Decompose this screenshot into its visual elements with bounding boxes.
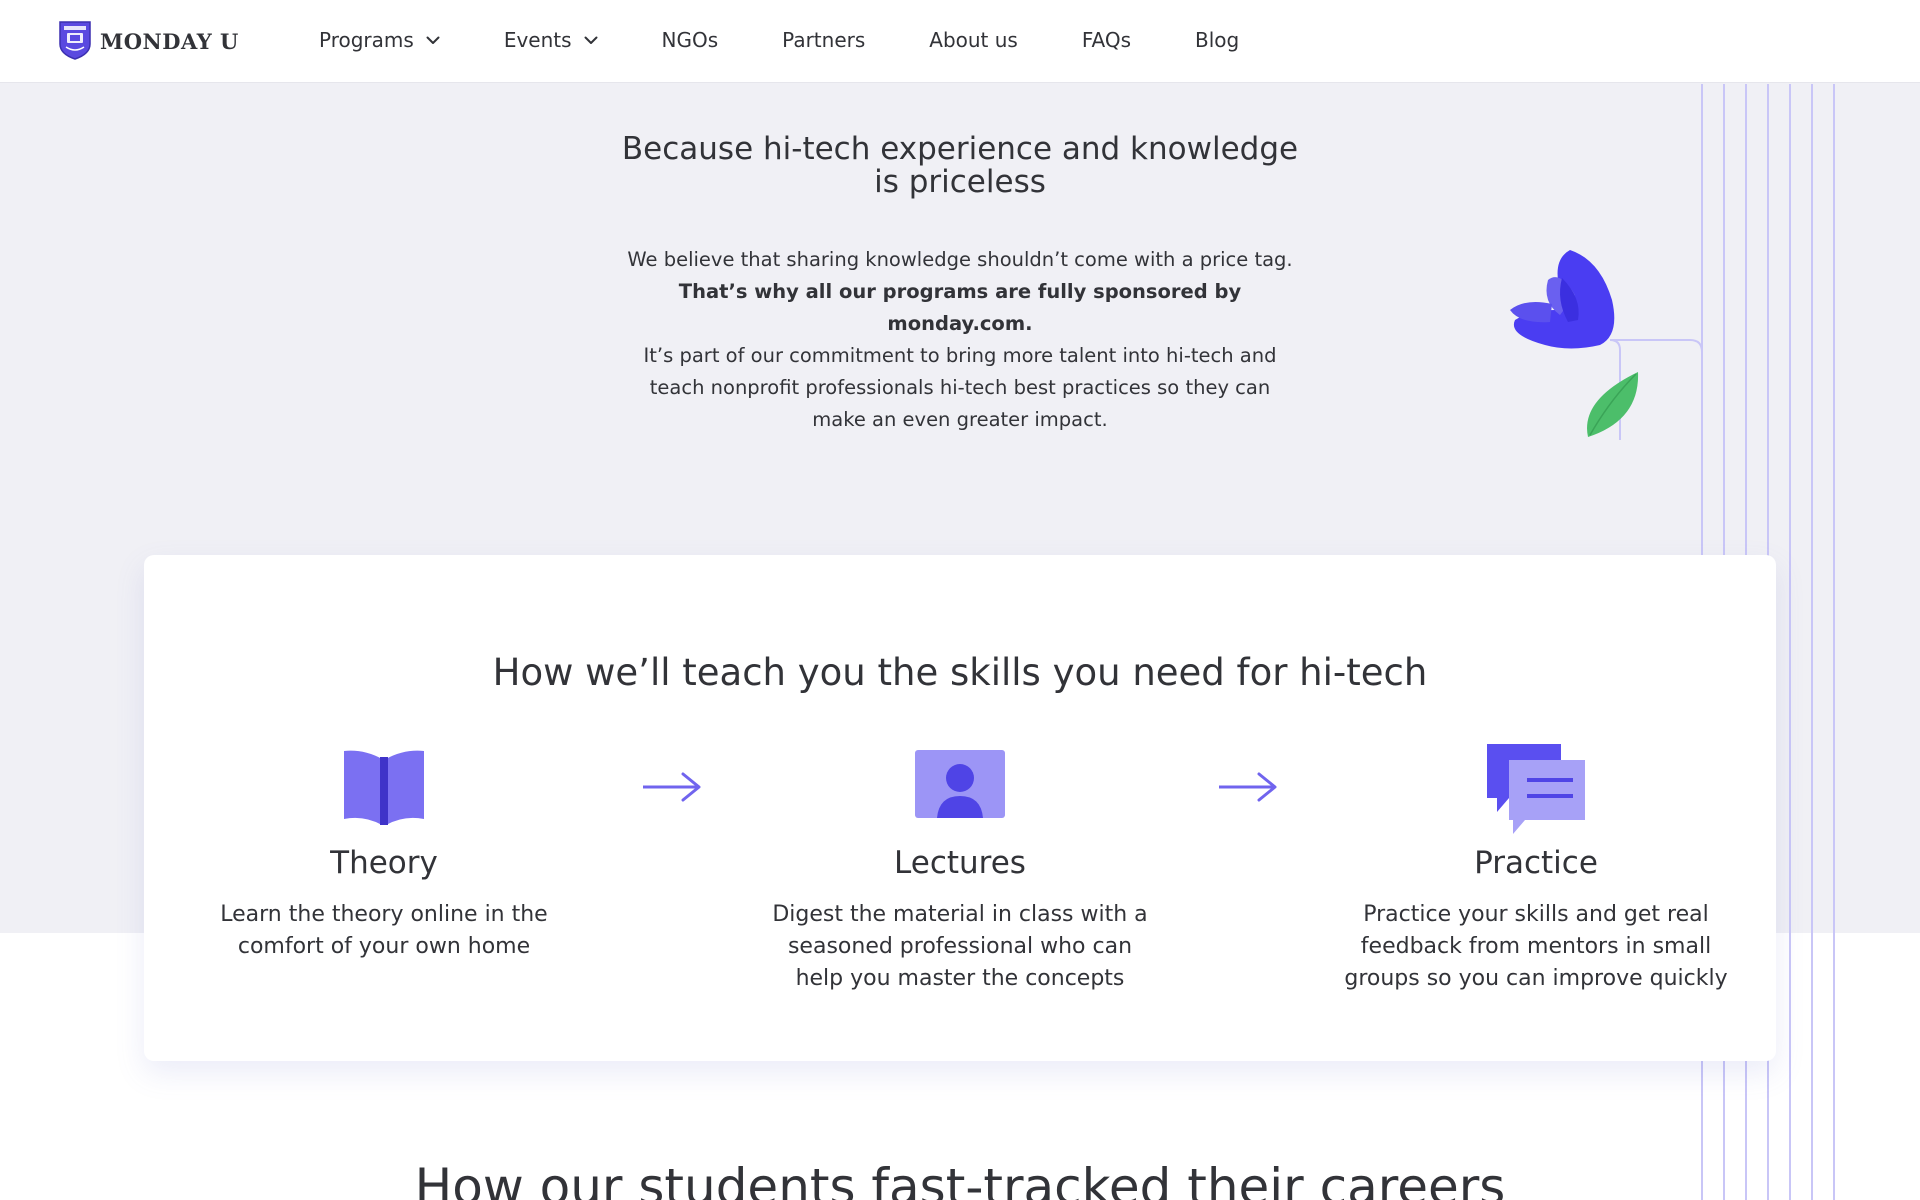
intro-body-line: teach nonprofit professionals hi-tech be… — [649, 376, 1271, 399]
step-description-line: groups so you can improve quickly — [1344, 966, 1728, 991]
nav-item-label: FAQs — [1081, 28, 1132, 52]
main-nav: Programs Events NGOs Partners About us F… — [319, 0, 1239, 80]
site-header: MONDAY U Programs Events NGOs Partners A… — [0, 0, 1920, 83]
nav-item-label: Partners — [782, 28, 866, 52]
logo-wordmark: MONDAY U — [100, 28, 239, 54]
nav-item-programs[interactable]: Programs — [319, 28, 440, 52]
arrow-right-icon — [643, 772, 701, 802]
nav-item-partners[interactable]: Partners — [782, 28, 865, 52]
intro-title: Because hi-tech experience and knowledge… — [560, 133, 1360, 199]
chat-bubbles-icon — [1487, 744, 1585, 834]
arrow-right-icon — [1219, 772, 1277, 802]
nav-item-faqs[interactable]: FAQs — [1082, 28, 1131, 52]
step-title: Lectures — [894, 845, 1026, 881]
intro-body-strong: That’s why all our programs are fully sp… — [678, 280, 1242, 335]
nav-item-about-us[interactable]: About us — [929, 28, 1018, 52]
nav-item-label: Blog — [1195, 28, 1240, 52]
teaching-method-card: How we’ll teach you the skills you need … — [144, 555, 1776, 1061]
step-title: Theory — [330, 845, 438, 881]
intro-paragraph: We believe that sharing knowledge should… — [610, 244, 1310, 436]
nav-item-label: NGOs — [661, 28, 719, 52]
teaching-section-title: How we’ll teach you the skills you need … — [492, 651, 1428, 694]
step-description-line: feedback from mentors in small — [1360, 934, 1712, 959]
step-description: Learn the theory online in the comfort o… — [184, 899, 584, 963]
intro-title-line: Because hi-tech experience and knowledge — [621, 131, 1299, 167]
presenter-screen-icon — [915, 750, 1005, 818]
step-description-line: Digest the material in class with a — [772, 902, 1148, 927]
nav-item-label: About us — [929, 28, 1018, 52]
nav-item-blog[interactable]: Blog — [1195, 28, 1239, 52]
shield-logo-icon — [59, 21, 91, 60]
nav-item-label: Programs — [319, 28, 414, 52]
step-description: Digest the material in class with a seas… — [760, 899, 1160, 995]
intro-body-line: It’s part of our commitment to bring mor… — [643, 344, 1277, 367]
logo-link[interactable]: MONDAY U — [58, 20, 239, 60]
intro-body-line: make an even greater impact. — [812, 408, 1108, 431]
flower-illustration — [1510, 250, 1703, 440]
step-description-line: Practice your skills and get real — [1363, 902, 1709, 927]
nav-item-ngos[interactable]: NGOs — [662, 28, 719, 52]
chevron-down-icon — [584, 36, 598, 44]
step-description: Practice your skills and get real feedba… — [1336, 899, 1736, 995]
step-description-line: help you master the concepts — [795, 966, 1125, 991]
nav-item-events[interactable]: Events — [504, 28, 598, 52]
success-stories-title: How our students fast-tracked their care… — [414, 1158, 1506, 1200]
chevron-down-icon — [426, 36, 440, 44]
open-book-icon — [344, 750, 424, 825]
step-description-line: comfort of your own home — [237, 934, 531, 959]
intro-body-line: We believe that sharing knowledge should… — [627, 248, 1293, 271]
step-title: Practice — [1474, 845, 1598, 881]
step-description-line: Learn the theory online in the — [220, 902, 548, 927]
nav-item-label: Events — [503, 28, 572, 52]
step-description-line: seasoned professional who can — [787, 934, 1133, 959]
intro-title-line: is priceless — [874, 164, 1046, 200]
